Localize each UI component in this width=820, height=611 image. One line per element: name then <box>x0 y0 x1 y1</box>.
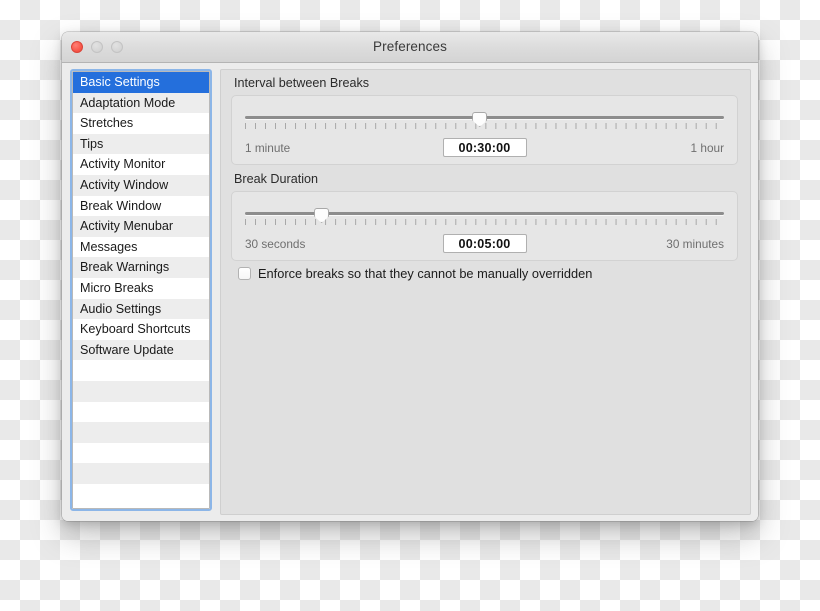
enforce-breaks-row[interactable]: Enforce breaks so that they cannot be ma… <box>238 266 592 281</box>
sidebar-item-activity-window[interactable]: Activity Window <box>73 175 209 196</box>
duration-group-title: Break Duration <box>234 172 738 187</box>
interval-slider-ticks <box>245 123 724 129</box>
sidebar-list[interactable]: Basic SettingsAdaptation ModeStretchesTi… <box>72 71 210 509</box>
sidebar-item-adaptation-mode[interactable]: Adaptation Mode <box>73 93 209 114</box>
interval-group-title: Interval between Breaks <box>234 76 738 91</box>
sidebar-item-empty[interactable] <box>73 402 209 423</box>
break-duration-group: Break Duration 30 seconds 00:05:00 30 mi… <box>231 172 738 261</box>
interval-group-box: 1 minute 00:30:00 1 hour <box>231 95 738 165</box>
sidebar-item-activity-monitor[interactable]: Activity Monitor <box>73 154 209 175</box>
sidebar-item-basic-settings[interactable]: Basic Settings <box>73 72 209 93</box>
window-title: Preferences <box>62 32 758 62</box>
preferences-window: Preferences Basic SettingsAdaptation Mod… <box>62 32 758 521</box>
duration-max-label: 30 minutes <box>666 236 724 252</box>
screenshot-canvas: Preferences Basic SettingsAdaptation Mod… <box>0 0 820 611</box>
interval-value-field[interactable]: 00:30:00 <box>443 138 527 157</box>
sidebar-item-empty[interactable] <box>73 360 209 381</box>
duration-slider-ticks <box>245 219 724 225</box>
interval-slider-labels: 1 minute 00:30:00 1 hour <box>245 138 724 158</box>
sidebar-item-empty[interactable] <box>73 443 209 464</box>
sidebar-item-activity-menubar[interactable]: Activity Menubar <box>73 216 209 237</box>
duration-slider-labels: 30 seconds 00:05:00 30 minutes <box>245 234 724 254</box>
enforce-breaks-checkbox[interactable] <box>238 267 251 280</box>
window-body: Basic SettingsAdaptation ModeStretchesTi… <box>62 63 758 521</box>
sidebar-item-empty[interactable] <box>73 422 209 443</box>
settings-content-pane: Interval between Breaks 1 minute 00:30:0… <box>220 69 751 515</box>
sidebar-item-stretches[interactable]: Stretches <box>73 113 209 134</box>
enforce-breaks-label: Enforce breaks so that they cannot be ma… <box>258 266 592 281</box>
sidebar-item-micro-breaks[interactable]: Micro Breaks <box>73 278 209 299</box>
window-titlebar[interactable]: Preferences <box>62 32 758 63</box>
sidebar-item-tips[interactable]: Tips <box>73 134 209 155</box>
sidebar-item-break-window[interactable]: Break Window <box>73 196 209 217</box>
duration-value-field[interactable]: 00:05:00 <box>443 234 527 253</box>
settings-sidebar[interactable]: Basic SettingsAdaptation ModeStretchesTi… <box>70 69 212 511</box>
sidebar-item-keyboard-shortcuts[interactable]: Keyboard Shortcuts <box>73 319 209 340</box>
sidebar-item-audio-settings[interactable]: Audio Settings <box>73 299 209 320</box>
interval-min-label: 1 minute <box>245 140 290 156</box>
sidebar-item-empty[interactable] <box>73 381 209 402</box>
interval-slider[interactable] <box>245 112 724 134</box>
sidebar-item-messages[interactable]: Messages <box>73 237 209 258</box>
sidebar-item-empty[interactable] <box>73 463 209 484</box>
sidebar-item-empty[interactable] <box>73 484 209 505</box>
duration-min-label: 30 seconds <box>245 236 305 252</box>
sidebar-item-software-update[interactable]: Software Update <box>73 340 209 361</box>
duration-group-box: 30 seconds 00:05:00 30 minutes <box>231 191 738 261</box>
sidebar-item-break-warnings[interactable]: Break Warnings <box>73 257 209 278</box>
duration-slider[interactable] <box>245 208 724 230</box>
interval-between-breaks-group: Interval between Breaks 1 minute 00:30:0… <box>231 76 738 165</box>
interval-max-label: 1 hour <box>691 140 724 156</box>
